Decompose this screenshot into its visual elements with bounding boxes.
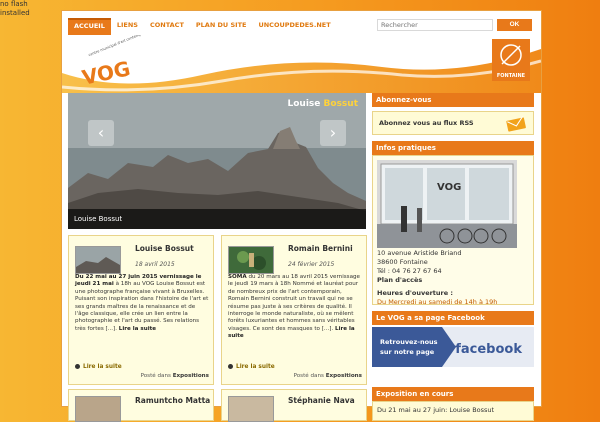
nav-item-liens[interactable]: LIENS — [111, 18, 144, 33]
slide-caption: Louise Bossut — [68, 209, 366, 229]
opening-hours-label: Heures d'ouverture : — [377, 289, 454, 297]
post-inline-link[interactable]: Lire la suite — [119, 326, 156, 332]
slide-title: Louise Bossut — [287, 99, 358, 109]
address-line-1: 10 avenue Aristide Briand — [377, 249, 462, 257]
rss-envelope-icon[interactable] — [505, 116, 527, 132]
post-category: Posté dans Expositions — [140, 373, 209, 379]
post-card-stephanie-nava: Stéphanie Nava — [221, 389, 367, 422]
facebook-heading: Le VOG a sa page Facebook — [372, 311, 534, 325]
post-title[interactable]: Romain Bernini — [288, 244, 353, 253]
post-card-louise-bossut: Louise Bossut 18 avril 2015 Du 22 mai au… — [68, 235, 214, 385]
svg-text:Retrouvez-nous: Retrouvez-nous — [380, 338, 438, 346]
photo-vog-sign: VOG — [437, 182, 461, 193]
info-heading: Infos pratiques — [372, 141, 534, 155]
featured-slider[interactable]: Louise Bossut ‹ › Louise Bossut — [68, 93, 366, 229]
post-excerpt: SOMA du 20 mars au 18 avril 2015 verniss… — [228, 274, 360, 340]
facebook-banner-image[interactable]: Retrouvez-nous sur notre page facebook — [372, 327, 534, 367]
current-exhibition-box: Du 21 mai au 27 juin: Louise Bossut — [372, 401, 534, 421]
bullet-icon — [75, 364, 80, 369]
post-thumbnail[interactable] — [228, 246, 274, 274]
post-title[interactable]: Louise Bossut — [135, 244, 194, 253]
header-banner: VOG centre municipal d'art contemporain … — [62, 35, 541, 93]
facebook-logo: facebook — [455, 342, 522, 357]
post-date: 18 avril 2015 — [135, 261, 175, 268]
address-line-2: 38600 Fontaine — [377, 258, 428, 266]
search-ok-button[interactable]: OK — [497, 19, 532, 31]
current-exhibition-heading: Exposition en cours — [372, 387, 534, 401]
post-thumbnail[interactable] — [75, 246, 121, 274]
post-card-romain-bernini: Romain Bernini 24 février 2015 SOMA du 2… — [221, 235, 367, 385]
post-title[interactable]: Stéphanie Nava — [288, 396, 355, 405]
info-box: VOG 10 avenue Aristide Briand 38600 Font… — [372, 155, 534, 306]
current-exhibition-text[interactable]: Du 21 mai au 27 juin: Louise Bossut — [377, 406, 494, 415]
post-title[interactable]: Ramuntcho Matta — [135, 396, 210, 405]
main-nav: ACCUEIL LIENS CONTACT PLAN DU SITE UNCOU… — [68, 18, 337, 35]
opening-hours: Du Mercredi au samedi de 14h à 19h — [377, 298, 498, 306]
read-more-link[interactable]: Lire la suite — [75, 364, 122, 370]
nav-item-uncoupdedes[interactable]: UNCOUPDEDES.NET — [252, 18, 336, 33]
slider-next-arrow-icon[interactable]: › — [320, 120, 346, 146]
search-input[interactable] — [377, 19, 493, 31]
page-container: ACCUEIL LIENS CONTACT PLAN DU SITE UNCOU… — [61, 10, 542, 422]
logo-tagline: centre municipal d'art contemporain — [88, 35, 151, 57]
subscribe-heading: Abonnez-vous — [372, 93, 534, 107]
nav-item-contact[interactable]: CONTACT — [144, 18, 190, 33]
nav-item-accueil[interactable]: ACCUEIL — [68, 18, 111, 35]
read-more-link[interactable]: Lire la suite — [228, 364, 275, 370]
rss-link[interactable]: Abonnez vous au flux RSS — [379, 119, 474, 128]
post-excerpt: Du 22 mai au 27 juin 2015 vernissage le … — [75, 274, 209, 332]
post-category: Posté dans Expositions — [293, 373, 362, 379]
fontaine-label: FONTAINE — [497, 73, 526, 79]
bullet-icon — [228, 364, 233, 369]
nav-item-plan-du-site[interactable]: PLAN DU SITE — [190, 18, 253, 33]
post-card-ramuntcho-matta: Ramuntcho Matta — [68, 389, 214, 422]
post-date: 24 février 2015 — [288, 261, 335, 268]
slider-prev-arrow-icon[interactable]: ‹ — [88, 120, 114, 146]
phone-number: Tél : 04 76 27 67 64 — [377, 267, 442, 275]
facebook-banner[interactable]: Retrouvez-nous sur notre page facebook — [372, 327, 534, 367]
gallery-photo: VOG — [377, 160, 517, 248]
rss-box[interactable]: Abonnez vous au flux RSS — [372, 111, 534, 135]
access-map-link[interactable]: Plan d'accès — [377, 276, 422, 285]
svg-text:sur notre page: sur notre page — [380, 348, 435, 356]
no-flash-notice: no flash installed — [0, 0, 30, 17]
